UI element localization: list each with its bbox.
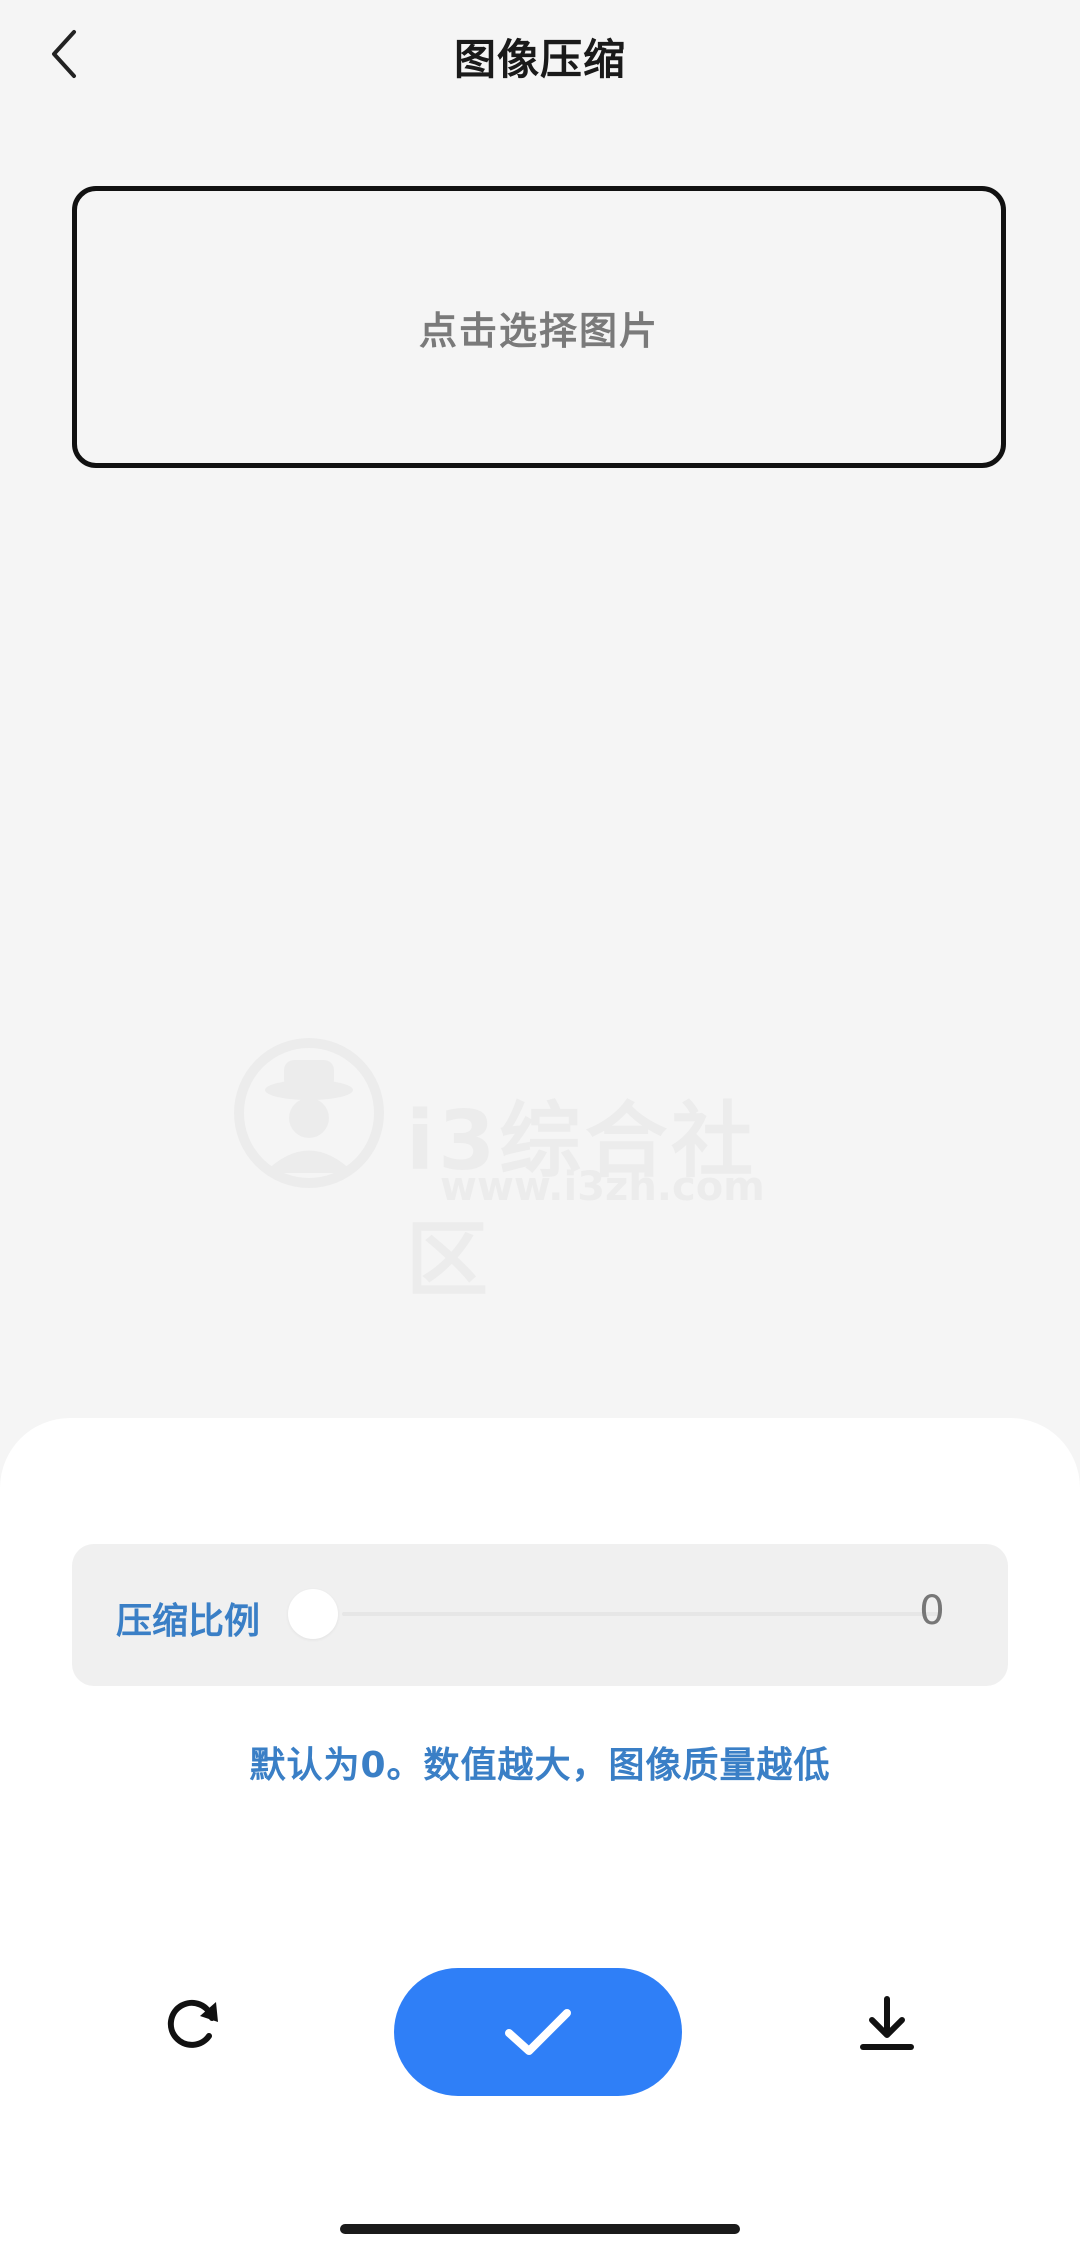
compression-slider-thumb[interactable]	[288, 1589, 338, 1639]
compression-label: 压缩比例	[116, 1601, 261, 1642]
compression-slider-card: 压缩比例 0	[72, 1544, 1008, 1686]
select-image-button[interactable]: 点击选择图片	[72, 186, 1006, 468]
download-button[interactable]	[842, 1978, 932, 2068]
reset-button[interactable]	[148, 1978, 238, 2068]
download-icon	[860, 1996, 914, 2050]
watermark-logo-icon	[234, 1038, 384, 1188]
bottom-panel: 压缩比例 0 默认为0。数值越大，图像质量越低	[0, 1418, 1080, 2256]
check-icon	[505, 2009, 571, 2055]
app-header: 图像压缩	[0, 0, 1080, 112]
watermark: i3综合社区 www.i3zh.com	[234, 1038, 834, 1308]
compression-hint: 默认为0。数值越大，图像质量越低	[249, 1745, 831, 1786]
compression-slider-track[interactable]	[342, 1612, 942, 1616]
home-indicator[interactable]	[340, 2224, 740, 2234]
confirm-button[interactable]	[394, 1968, 682, 2096]
select-image-label: 点击选择图片	[418, 308, 659, 353]
page-title: 图像压缩	[453, 35, 626, 84]
compression-value: 0	[919, 1588, 945, 1634]
refresh-icon	[167, 1999, 218, 2048]
watermark-url: www.i3zh.com	[440, 1164, 765, 1210]
